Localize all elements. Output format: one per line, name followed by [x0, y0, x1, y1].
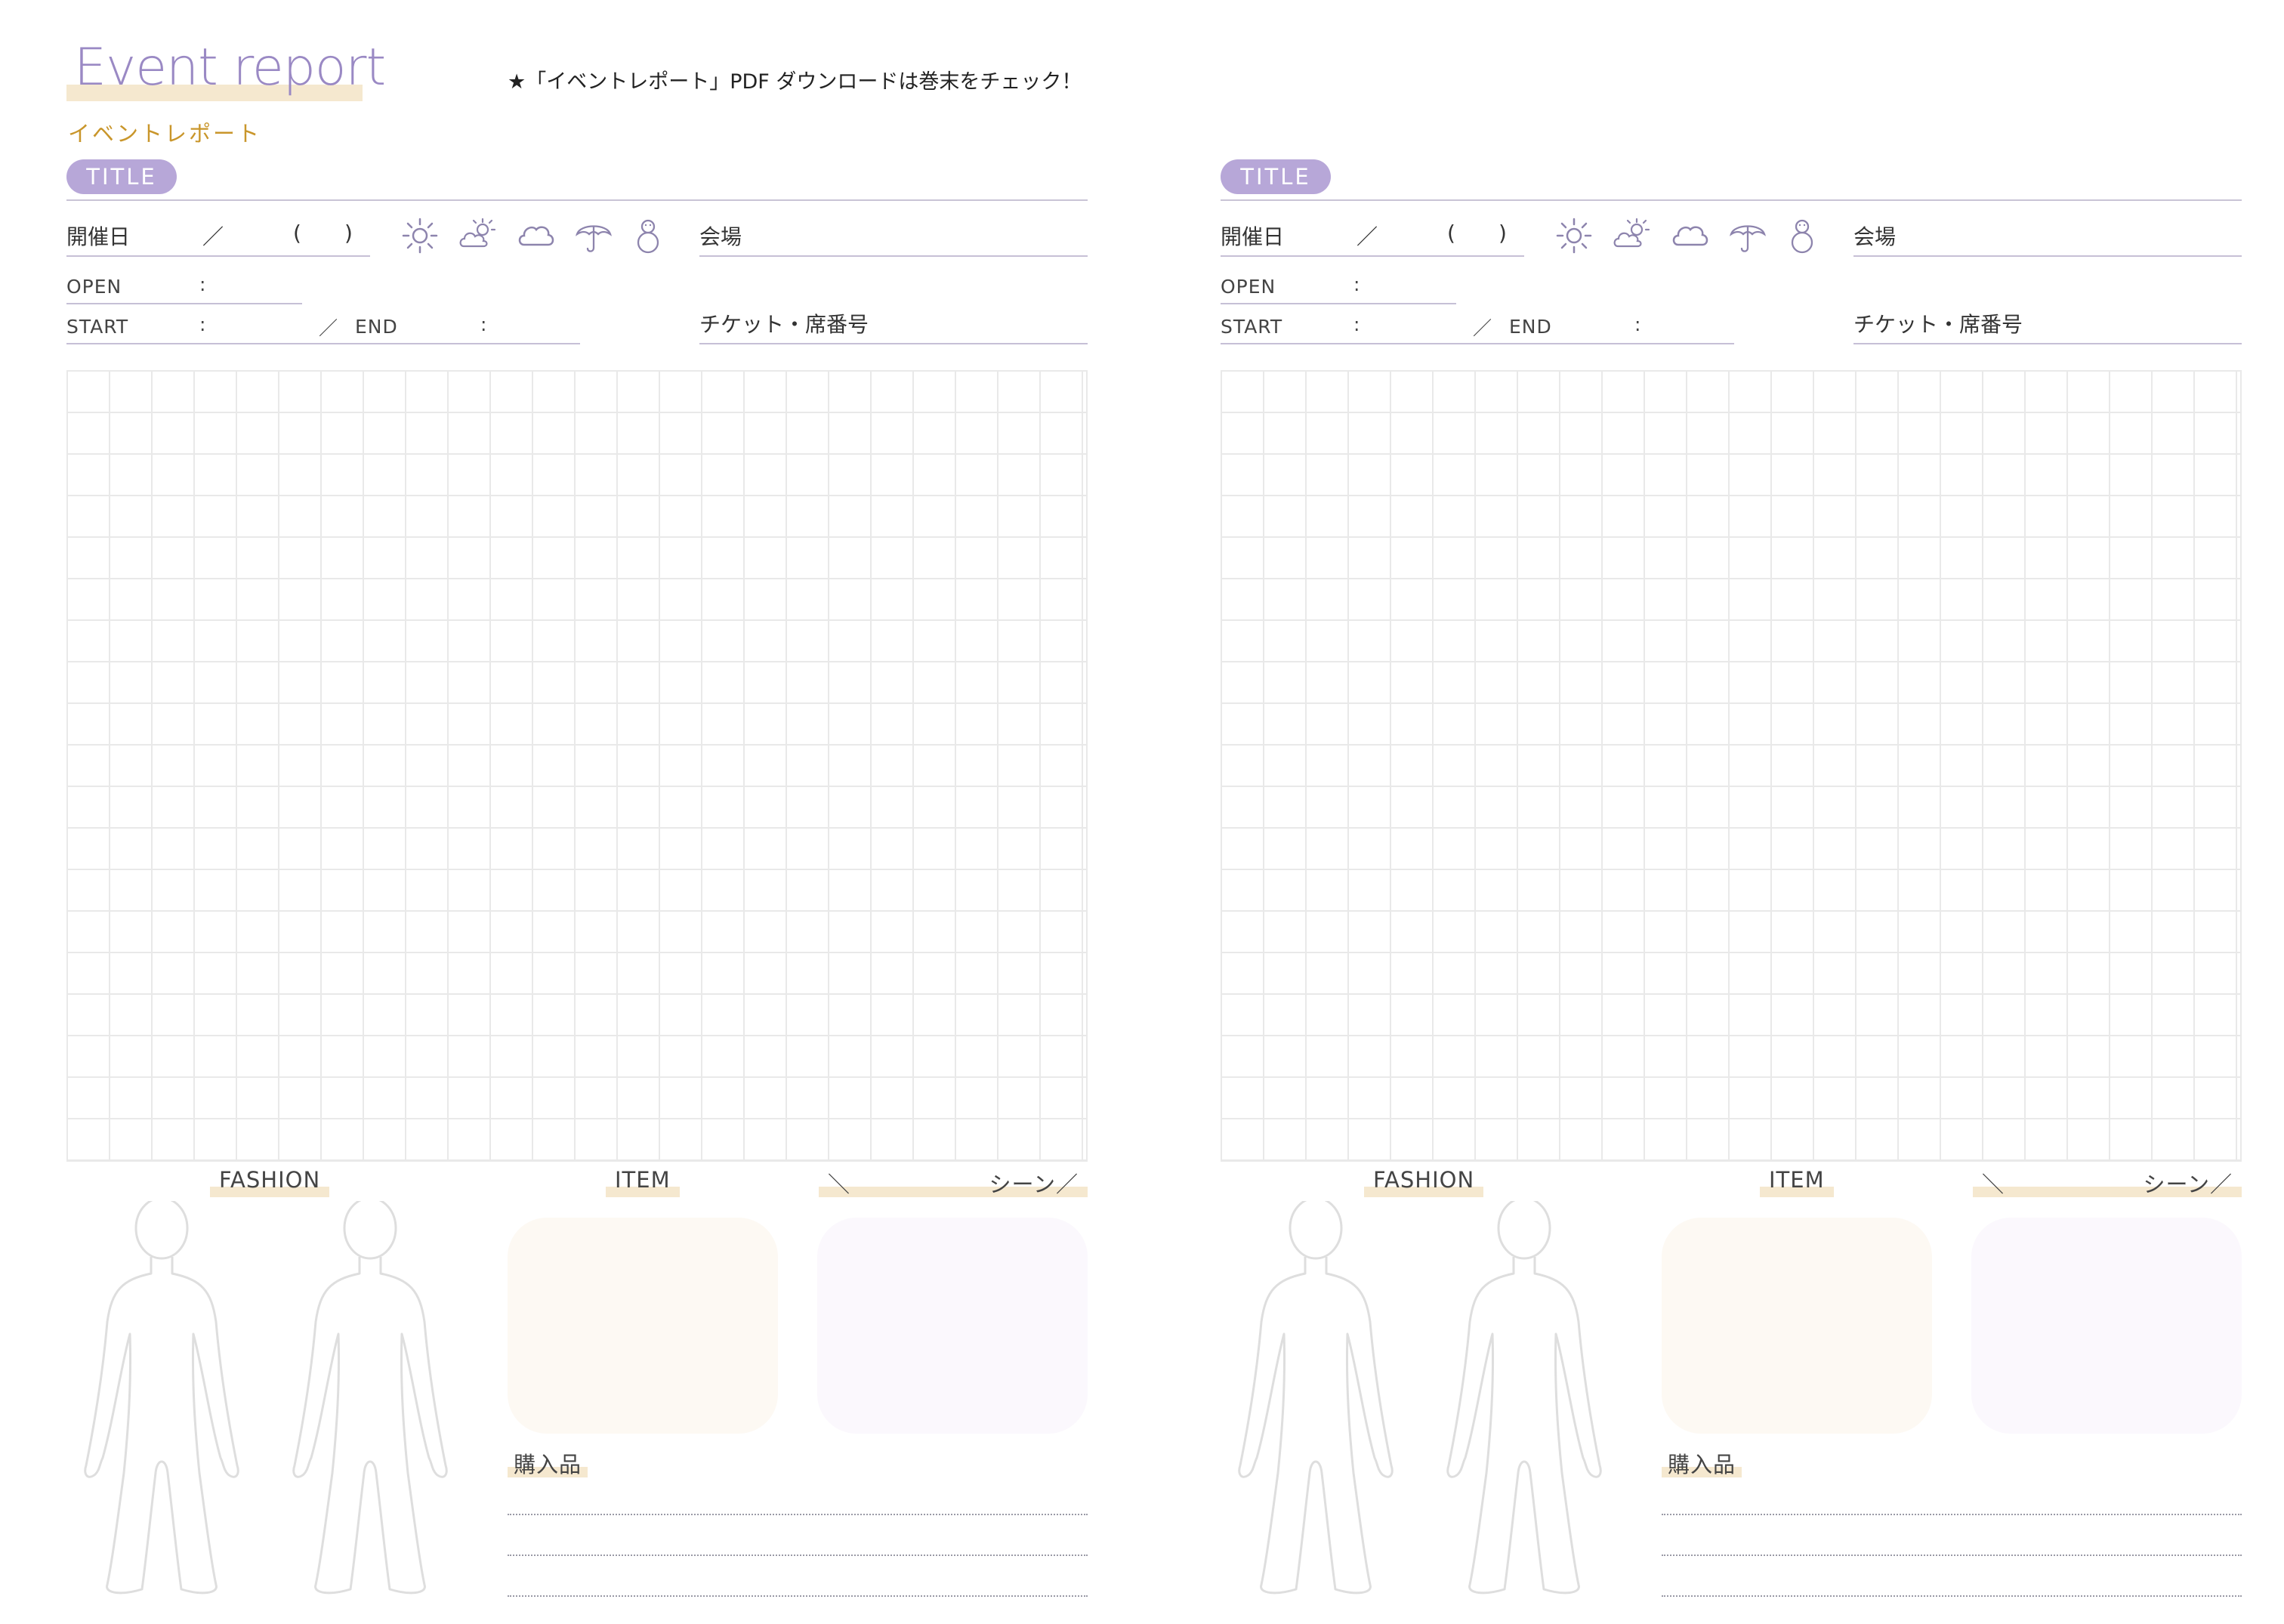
open-colon: : [199, 273, 207, 295]
start-colon: : [1353, 313, 1361, 335]
cloud-icon [1672, 226, 1708, 246]
sun-icon [402, 218, 438, 254]
date-slash: ／ [1357, 224, 1378, 249]
purchase-section-label: 購入品 [1662, 1447, 1742, 1477]
scene-box[interactable] [817, 1218, 1088, 1434]
date-paren-close: ) [344, 221, 353, 245]
open-label: OPEN [66, 276, 122, 298]
date-label: 開催日 [66, 224, 131, 249]
end-colon: : [1634, 313, 1642, 335]
scene-section-label: ＼ シーン／ [1973, 1167, 2242, 1197]
notes-grid[interactable] [66, 370, 1088, 1162]
fashion-label: FASHION [1373, 1167, 1475, 1193]
start-end-separator: ／ [319, 317, 339, 339]
end-colon: : [480, 313, 488, 335]
open-label: OPEN [1221, 276, 1276, 298]
ticket-label: チケット・席番号 [699, 312, 869, 337]
purchase-line[interactable] [1662, 1555, 2242, 1556]
item-section-label: ITEM [1760, 1167, 1834, 1197]
purchase-section-label: 購入品 [508, 1447, 588, 1477]
snowman-icon [637, 219, 659, 254]
start-label: START [1221, 316, 1283, 338]
fashion-section-label: FASHION [1364, 1167, 1484, 1197]
venue-field-line[interactable] [1853, 255, 2242, 257]
purchase-line[interactable] [508, 1514, 1088, 1515]
body-outline-figure [1238, 1201, 1394, 1595]
start-end-separator: ／ [1473, 317, 1493, 339]
report-page-right: TITLE 開催日 ／ ( ) 会場 OPEN : START: ／ END … [1221, 0, 2242, 1624]
open-field-line[interactable] [1221, 303, 1456, 304]
open-field-line[interactable] [66, 303, 302, 304]
umbrella-icon [576, 225, 612, 252]
start-end-field-line[interactable] [66, 343, 580, 344]
body-outline-figure [292, 1201, 448, 1595]
scene-left-mark: ＼ [828, 1172, 851, 1197]
fashion-label: FASHION [219, 1167, 321, 1193]
partly-cloudy-icon [1613, 218, 1650, 248]
date-paren-close: ) [1498, 221, 1507, 245]
item-label: ITEM [1769, 1167, 1825, 1193]
date-slash: ／ [202, 224, 224, 249]
date-label: 開催日 [1221, 224, 1285, 249]
scene-label: シーン／ [2143, 1172, 2233, 1197]
ticket-label: チケット・席番号 [1853, 312, 2023, 337]
purchase-label: 購入品 [1668, 1452, 1736, 1477]
notes-grid[interactable] [1221, 370, 2242, 1162]
body-outline-figure [1446, 1201, 1602, 1595]
start-label: START [66, 316, 129, 338]
page-title: Event report [74, 38, 386, 97]
body-outline-figure [84, 1201, 239, 1595]
venue-field-line[interactable] [699, 255, 1088, 257]
item-box[interactable] [508, 1218, 778, 1434]
purchase-line[interactable] [508, 1555, 1088, 1556]
start-end-field-line[interactable] [1221, 343, 1734, 344]
title-badge: TITLE [1221, 159, 1331, 194]
end-label: END [1509, 316, 1552, 338]
date-field-line[interactable] [66, 255, 370, 257]
open-colon: : [1353, 273, 1361, 295]
sun-icon [1556, 218, 1592, 254]
fashion-section-label: FASHION [210, 1167, 330, 1197]
ticket-field-line[interactable] [1853, 343, 2242, 344]
item-section-label: ITEM [606, 1167, 680, 1197]
ticket-field-line[interactable] [699, 343, 1088, 344]
report-page-left: TITLE 開催日 ／ ( ) 会場 OPEN : START: ／ END … [66, 0, 1088, 1624]
start-colon: : [199, 313, 207, 335]
item-label: ITEM [615, 1167, 671, 1193]
partly-cloudy-icon [459, 218, 496, 248]
scene-left-mark: ＼ [1982, 1172, 2005, 1197]
date-field-line[interactable] [1221, 255, 1524, 257]
snowman-icon [1791, 219, 1813, 254]
purchase-line[interactable] [1662, 1514, 2242, 1515]
scene-box[interactable] [1971, 1218, 2242, 1434]
cloud-icon [518, 226, 554, 246]
umbrella-icon [1730, 225, 1766, 252]
purchase-line[interactable] [1662, 1595, 2242, 1597]
date-paren-open: ( [293, 221, 301, 245]
venue-label: 会場 [1853, 224, 1897, 249]
purchase-label: 購入品 [514, 1452, 582, 1477]
scene-label: シーン／ [989, 1172, 1079, 1197]
item-box[interactable] [1662, 1218, 1932, 1434]
title-field-line[interactable] [1221, 199, 2242, 201]
venue-label: 会場 [699, 224, 742, 249]
end-label: END [355, 316, 398, 338]
title-badge: TITLE [66, 159, 177, 194]
purchase-line[interactable] [508, 1595, 1088, 1597]
title-field-line[interactable] [66, 199, 1088, 201]
date-paren-open: ( [1447, 221, 1455, 245]
scene-section-label: ＼ シーン／ [819, 1167, 1088, 1197]
